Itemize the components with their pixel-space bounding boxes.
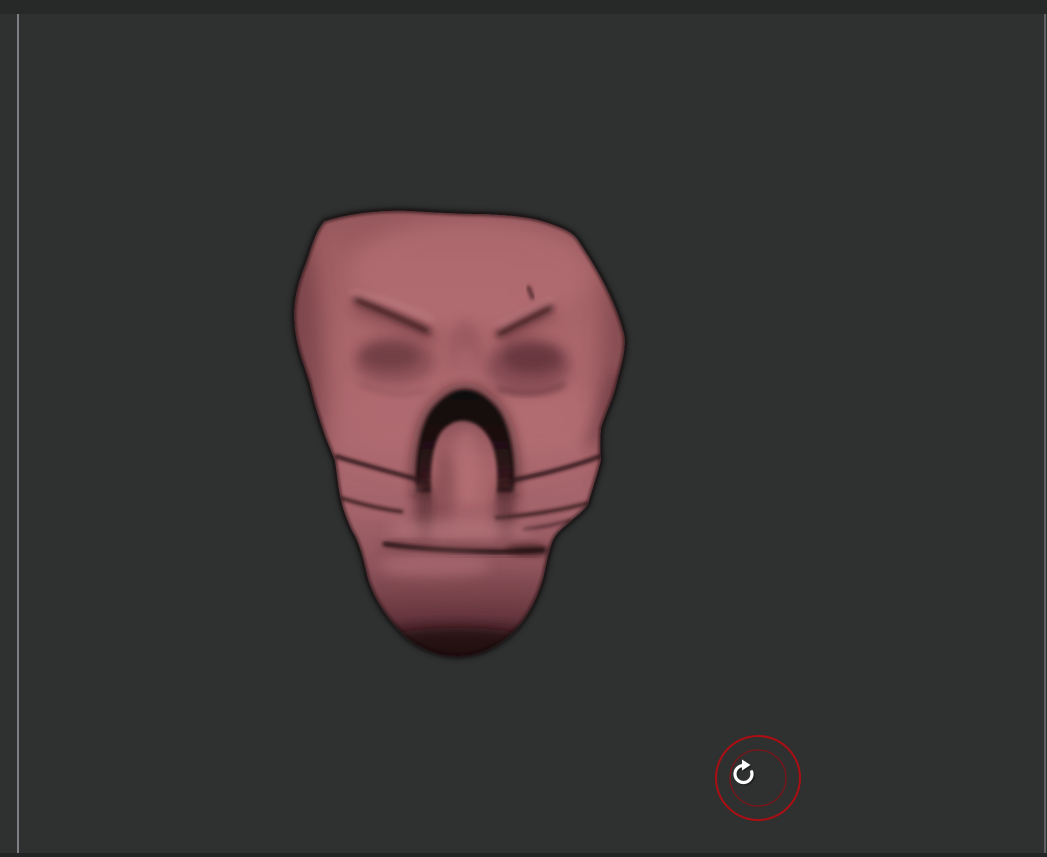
right-tray-divider[interactable] xyxy=(1044,14,1046,853)
left-tray-divider[interactable] xyxy=(17,14,19,853)
bottom-bar xyxy=(0,853,1047,857)
sculpted-head-model[interactable] xyxy=(285,198,635,668)
gizmo-outer-ring xyxy=(715,735,801,821)
app-window xyxy=(0,0,1047,857)
rotate-gizmo[interactable] xyxy=(712,732,804,824)
viewport-canvas[interactable] xyxy=(19,14,1044,853)
title-bar xyxy=(0,0,1047,14)
